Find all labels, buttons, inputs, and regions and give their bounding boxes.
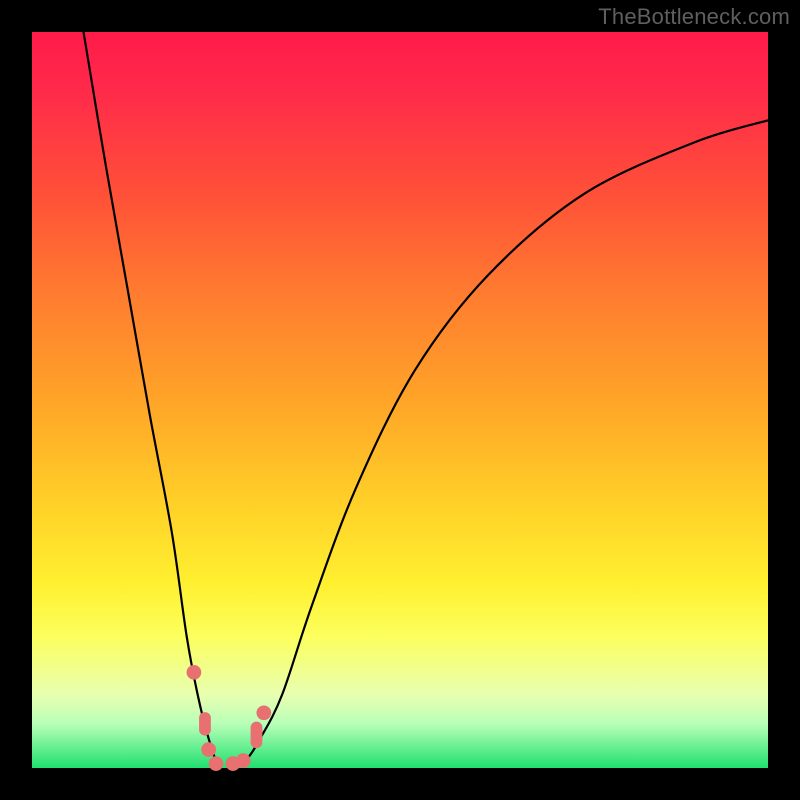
marker-dot: [209, 756, 224, 771]
marker-dot: [256, 705, 271, 720]
marker-pill: [199, 712, 211, 736]
marker-dot: [201, 742, 216, 757]
markers: [187, 665, 272, 771]
marker-dot: [236, 753, 251, 768]
curve-svg: [32, 32, 768, 768]
bottleneck-curve: [84, 32, 768, 770]
plot-area: [32, 32, 768, 768]
marker-pill: [251, 722, 263, 748]
watermark-text: TheBottleneck.com: [598, 4, 790, 30]
marker-dot: [187, 665, 202, 680]
